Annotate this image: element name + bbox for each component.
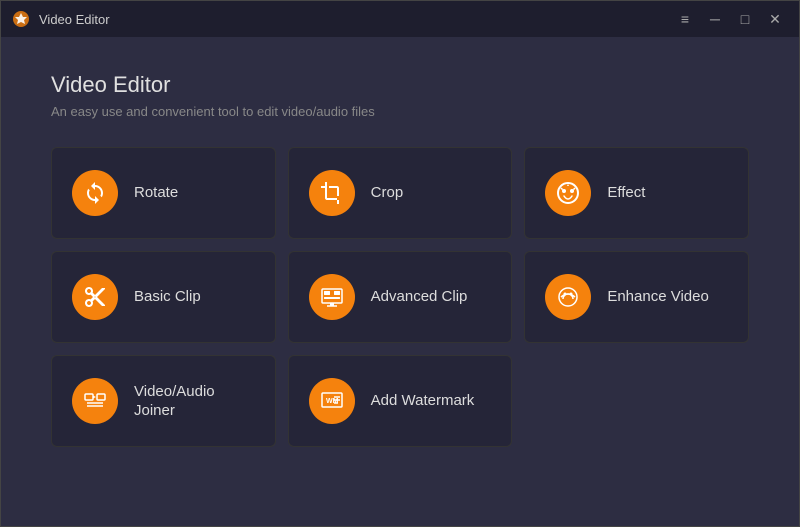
enhance-video-card[interactable]: Enhance Video: [524, 251, 749, 343]
main-content: Video Editor An easy use and convenient …: [1, 37, 799, 526]
rotate-icon: [83, 181, 107, 205]
svg-text:WM: WM: [326, 398, 339, 405]
window-title: Video Editor: [39, 12, 671, 27]
enhance-icon: [556, 285, 580, 309]
joiner-icon-wrap: [72, 378, 118, 424]
advanced-clip-icon-wrap: [309, 274, 355, 320]
empty-slot: [524, 355, 749, 447]
title-bar: Video Editor ≡ ─ □ ✕: [1, 1, 799, 37]
effect-label: Effect: [607, 183, 645, 203]
window-controls: ≡ ─ □ ✕: [671, 7, 789, 31]
crop-icon-wrap: [309, 170, 355, 216]
app-icon: [11, 9, 31, 29]
basic-clip-label: Basic Clip: [134, 287, 201, 307]
advanced-clip-icon: [320, 285, 344, 309]
crop-card[interactable]: Crop: [288, 147, 513, 239]
minimize-button[interactable]: ─: [701, 7, 729, 31]
effect-card[interactable]: Effect: [524, 147, 749, 239]
basic-clip-icon-wrap: [72, 274, 118, 320]
menu-button[interactable]: ≡: [671, 7, 699, 31]
video-audio-joiner-card[interactable]: Video/Audio Joiner: [51, 355, 276, 447]
app-window: Video Editor ≡ ─ □ ✕ Video Editor An eas…: [0, 0, 800, 527]
enhance-video-label: Enhance Video: [607, 287, 708, 307]
advanced-clip-card[interactable]: Advanced Clip: [288, 251, 513, 343]
watermark-icon-wrap: WM: [309, 378, 355, 424]
watermark-icon: WM: [320, 389, 344, 413]
maximize-button[interactable]: □: [731, 7, 759, 31]
effect-icon-wrap: [545, 170, 591, 216]
video-audio-joiner-label: Video/Audio Joiner: [134, 382, 215, 421]
scissors-icon: [83, 285, 107, 309]
effect-icon: [556, 181, 580, 205]
crop-label: Crop: [371, 183, 404, 203]
rotate-card[interactable]: Rotate: [51, 147, 276, 239]
enhance-icon-wrap: [545, 274, 591, 320]
joiner-icon: [83, 389, 107, 413]
page-title: Video Editor: [51, 72, 749, 98]
page-subtitle: An easy use and convenient tool to edit …: [51, 104, 749, 119]
advanced-clip-label: Advanced Clip: [371, 287, 468, 307]
tools-grid: Rotate Crop: [51, 147, 749, 447]
rotate-label: Rotate: [134, 183, 178, 203]
close-button[interactable]: ✕: [761, 7, 789, 31]
add-watermark-label: Add Watermark: [371, 391, 475, 411]
rotate-icon-wrap: [72, 170, 118, 216]
add-watermark-card[interactable]: WM Add Watermark: [288, 355, 513, 447]
crop-icon: [320, 181, 344, 205]
basic-clip-card[interactable]: Basic Clip: [51, 251, 276, 343]
